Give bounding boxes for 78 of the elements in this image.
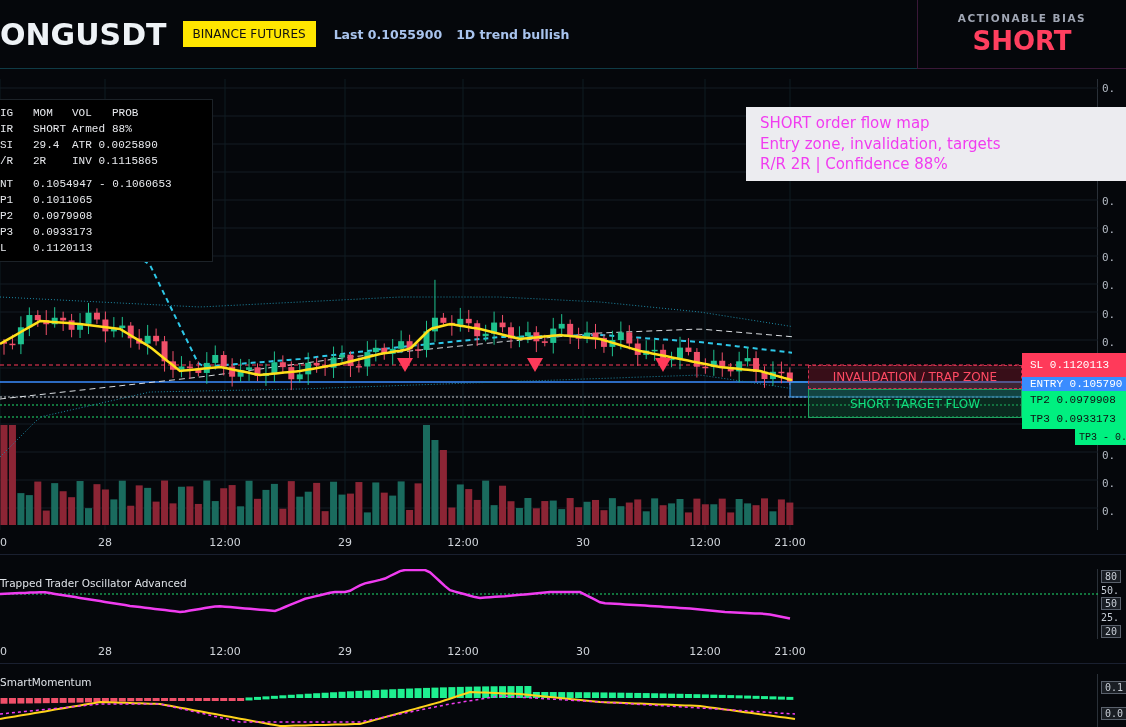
price-axis-label: 0.: [1102, 251, 1116, 265]
price-axis-label: 0.: [1102, 505, 1116, 518]
table-cell-text: 88%: [112, 122, 133, 136]
table-cell-text: Armed: [72, 122, 106, 136]
oscillator-axis-label: 50.: [1101, 584, 1120, 596]
price-axis-label: 0.: [1102, 194, 1116, 208]
table-cell-text: 0.1011065: [33, 193, 94, 207]
table-cell-text: IR: [0, 122, 15, 136]
table-cell-text: IG: [0, 106, 15, 120]
bias-value: SHORT: [972, 25, 1072, 56]
time-axis-label: 12:00: [447, 645, 479, 658]
trend-text: 1D trend bullish: [456, 26, 570, 42]
table-cell-text: 0.0933173: [33, 225, 94, 239]
table-cell-text: P1: [0, 193, 15, 207]
table-cell-text: 0.1120113: [33, 241, 94, 255]
price-tag: TP3 0.0933173: [1022, 409, 1126, 429]
table-cell-text: P2: [0, 209, 15, 223]
zone-label: INVALIDATION / TRAP ZONE: [832, 370, 998, 384]
momentum-axis-label: 0.1: [1101, 680, 1126, 694]
oscillator-axis-label: 20: [1101, 625, 1122, 639]
time-axis-label: 12:00: [689, 536, 721, 549]
time-axis-label: 12:00: [447, 536, 479, 549]
table-cell-text: VOL: [72, 106, 93, 120]
time-axis-label: 0: [0, 645, 7, 658]
price-tag: TP3 - 0.: [1075, 429, 1126, 445]
time-axis-label: 21:00: [774, 536, 806, 549]
table-cell-text: INV 0.1115865: [72, 154, 159, 168]
last-price-text: Last 0.1055900: [333, 26, 443, 42]
table-cell-text: NT: [0, 177, 15, 191]
table-cell-text: SHORT: [33, 122, 67, 136]
callout-text: Entry zone, invalidation, targets: [760, 133, 1002, 154]
time-axis-label: 12:00: [209, 536, 241, 549]
price-tag: ENTRY 0.105790: [1022, 377, 1126, 391]
price-axis-label: 0.: [1102, 335, 1116, 349]
sell-signal-icon: [655, 358, 671, 372]
callout-text: SHORT order flow map: [760, 113, 931, 134]
exchange-badge: BINANCE FUTURES: [182, 21, 316, 47]
table-cell-text: L: [0, 241, 8, 255]
price-axis-label: 0.: [1102, 307, 1116, 321]
price-axis-label: 0.: [1102, 448, 1116, 462]
table-cell-text: SI: [0, 138, 15, 152]
time-axis-label: 12:00: [689, 645, 721, 658]
time-axis-label: 29: [338, 645, 352, 658]
time-axis-label: 29: [338, 536, 352, 549]
sell-signal-icon: [527, 358, 543, 372]
zone-label: SHORT TARGET FLOW: [849, 396, 981, 411]
table-cell-text: ATR 0.0025890: [72, 138, 159, 152]
time-axis-label: 30: [576, 645, 590, 658]
symbol-title: ONGUSDT: [0, 16, 167, 52]
table-cell-text: 2R: [33, 154, 48, 168]
price-axis-label: 0.: [1102, 279, 1116, 293]
table-cell-text: PROB: [112, 106, 140, 120]
oscillator-title: Trapped Trader Oscillator Advanced: [0, 577, 187, 589]
bias-label: ACTIONABLE BIAS: [957, 11, 1087, 24]
price-axis-label: 0.: [1102, 476, 1116, 490]
momentum-axis-label: 0.0: [1101, 707, 1126, 721]
table-cell-text: /R: [0, 154, 15, 168]
oscillator-axis-label: 80: [1101, 569, 1122, 583]
table-cell-text: 0.1054947 - 0.1060653: [33, 177, 173, 191]
time-axis-label: 28: [98, 645, 112, 658]
callout-text: R/R 2R | Confidence 88%: [760, 154, 949, 175]
price-axis-label: 0.: [1102, 82, 1116, 95]
time-axis-label: 28: [98, 536, 112, 549]
time-axis-label: 12:00: [209, 645, 241, 658]
table-cell-text: MOM: [33, 106, 54, 120]
price-axis-label: 0.: [1102, 223, 1116, 236]
table-cell-text: 0.0979908: [33, 209, 94, 223]
price-tag: TP2 0.0979908: [1022, 391, 1126, 409]
table-cell-text: 29.4: [33, 138, 61, 152]
price-tag: SL 0.1120113: [1022, 353, 1126, 377]
oscillator-axis-label: 50: [1101, 597, 1122, 611]
time-axis-label: 21:00: [774, 645, 806, 658]
oscillator-axis-label: 25.: [1101, 612, 1120, 624]
sell-signal-icon: [397, 358, 413, 372]
time-axis-label: 0: [0, 536, 7, 549]
momentum-title: SmartMomentum: [0, 676, 92, 688]
time-axis-label: 30: [576, 536, 590, 549]
table-cell-text: P3: [0, 225, 15, 239]
